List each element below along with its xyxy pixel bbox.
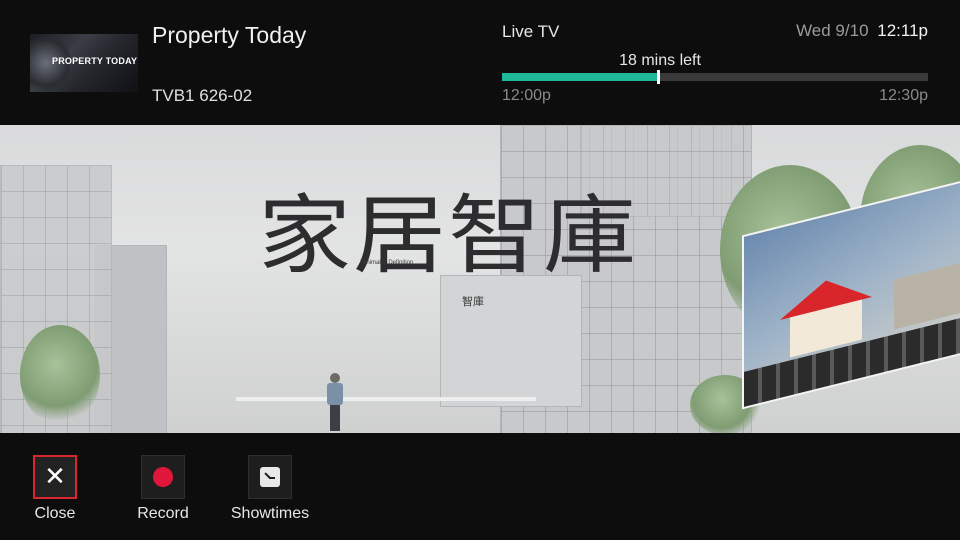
channel-number: TVB1 626-02 [152, 86, 253, 105]
program-thumbnail: PROPERTY TODAY [30, 34, 138, 92]
clock-icon [260, 467, 280, 487]
record-label: Record [137, 505, 189, 522]
show-logo: 家居智庫 [258, 186, 639, 286]
showtimes-button[interactable]: Showtimes [225, 455, 315, 523]
close-button[interactable]: ✕ Close [10, 455, 100, 523]
gate-barrier [236, 397, 536, 401]
video-frame: 家居智庫 Minimalist Definition 智庫 [0, 125, 960, 433]
showtimes-button-tile[interactable] [248, 455, 292, 499]
clock: Wed 9/10 12:11p [796, 21, 928, 41]
record-icon [153, 467, 173, 487]
thumbnail-title: PROPERTY TODAY [52, 56, 138, 66]
time-remaining: 18 mins left [619, 52, 701, 69]
action-bar: ✕ Close Record Showtimes [0, 433, 960, 540]
record-button[interactable]: Record [118, 455, 208, 523]
progress-fill [502, 73, 659, 81]
showtimes-label: Showtimes [230, 505, 310, 522]
show-title: Property Today [152, 22, 307, 48]
current-time: 12:11p [877, 21, 928, 40]
close-label: Close [34, 505, 76, 522]
close-button-tile[interactable]: ✕ [33, 455, 77, 499]
logo-small-text: 智庫 [462, 295, 484, 308]
progress-marker [657, 70, 661, 84]
pedestrian [326, 373, 344, 431]
close-icon: ✕ [44, 462, 66, 492]
end-time: 12:30p [879, 87, 928, 104]
record-button-tile[interactable] [141, 455, 185, 499]
program-info-bar: PROPERTY TODAY Property Today TVB1 626-0… [0, 0, 960, 125]
program-progress-bar [502, 70, 928, 84]
logo-subtitle: Minimalist Definition [360, 260, 414, 266]
start-time: 12:00p [502, 87, 551, 104]
current-date: Wed 9/10 [796, 21, 869, 40]
source-label: Live TV [502, 22, 560, 41]
tree [20, 325, 100, 425]
